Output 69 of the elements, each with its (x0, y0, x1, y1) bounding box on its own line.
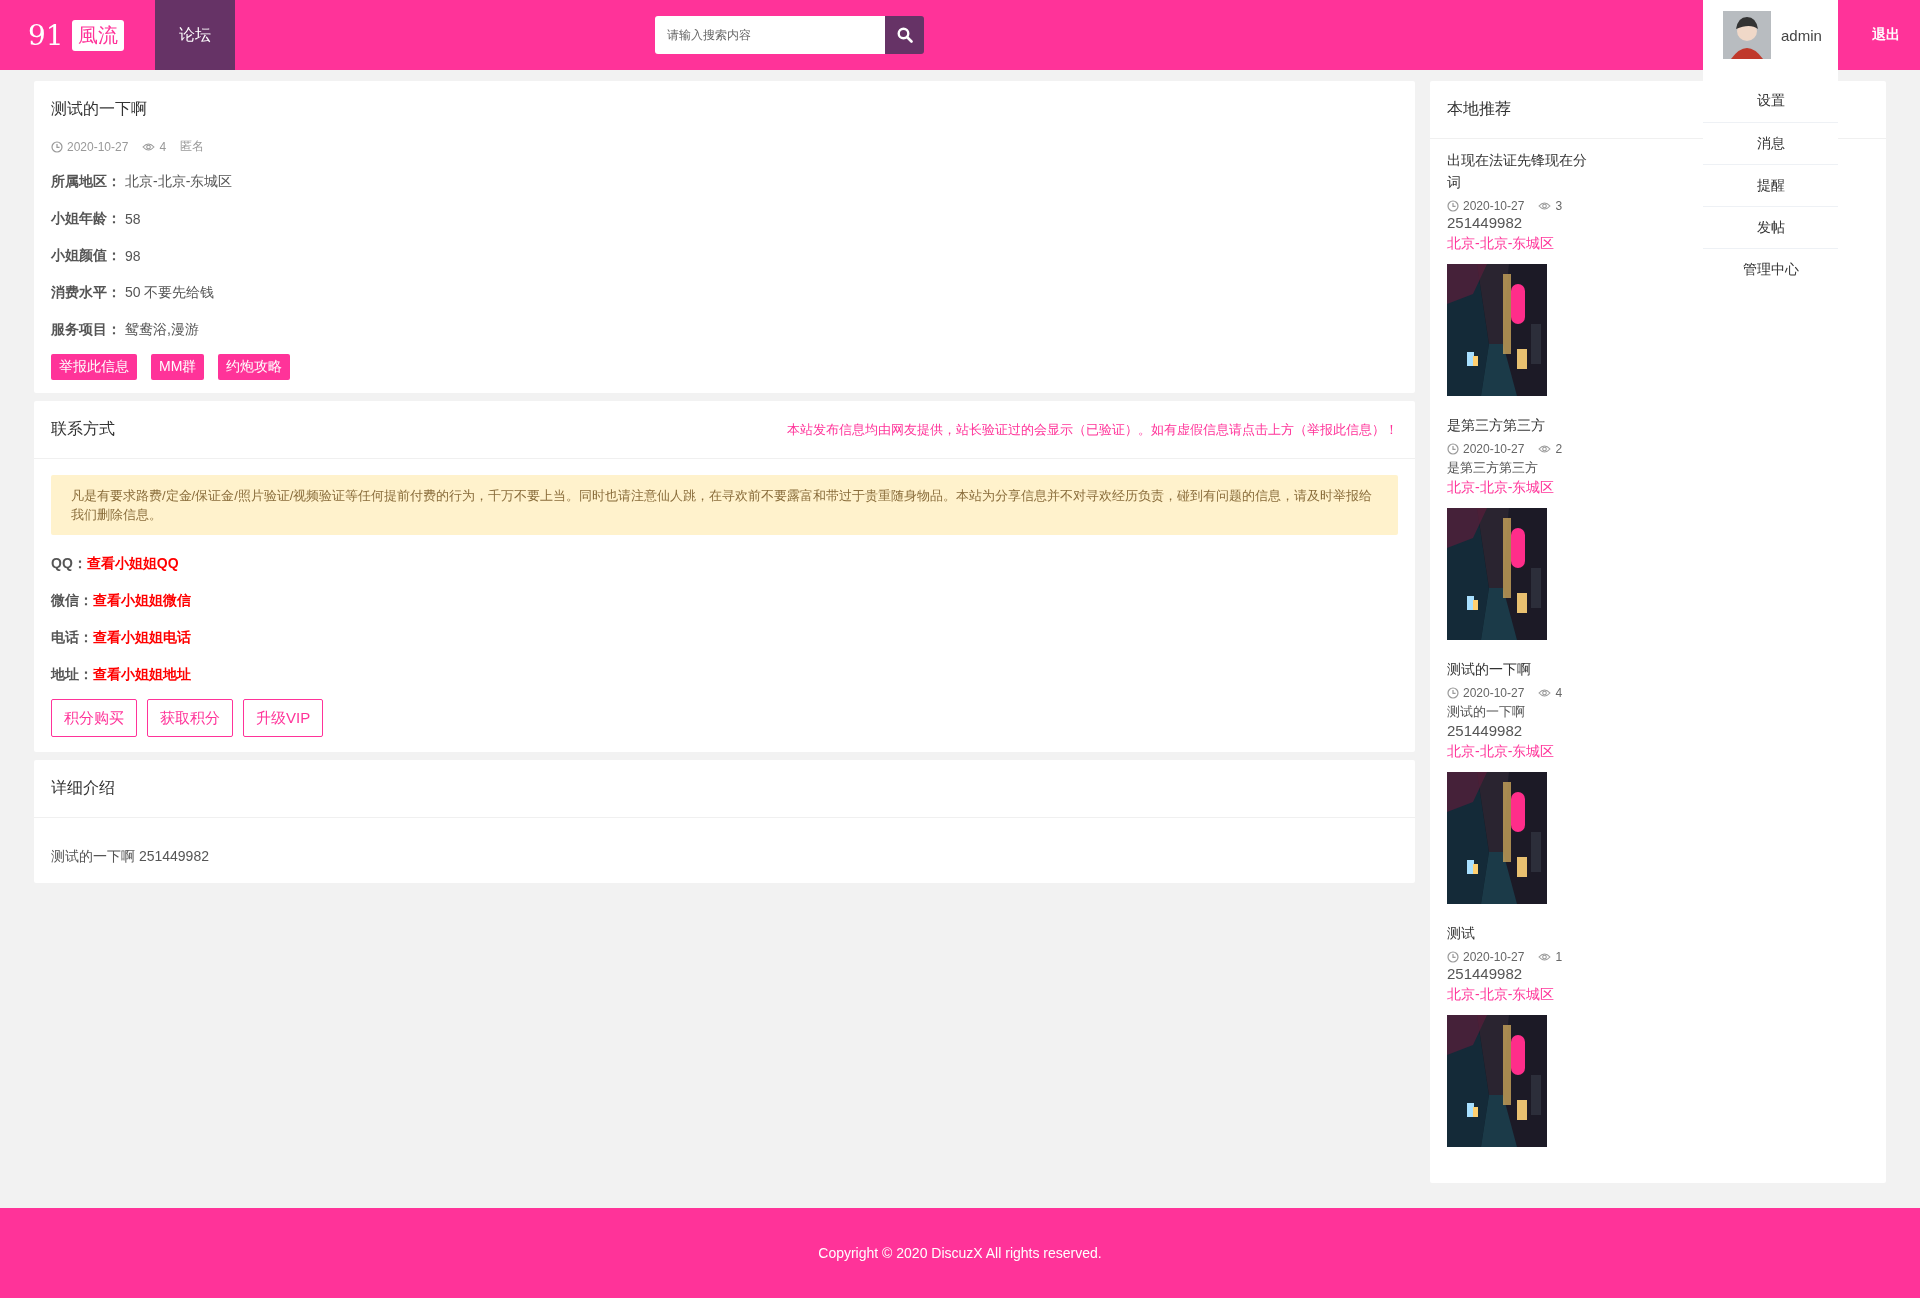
item-title[interactable]: 是第三方第三方 (1447, 414, 1597, 436)
clock-icon (1447, 200, 1459, 212)
search-button[interactable] (885, 16, 924, 54)
contact-link[interactable]: 查看小姐姐电话 (93, 628, 191, 647)
item-number: 251449982 (1447, 213, 1523, 233)
field-label: 服务项目： (51, 320, 121, 339)
clock-icon (1447, 951, 1459, 963)
avatar-icon[interactable] (1723, 11, 1771, 59)
field-label: 小姐年龄： (51, 209, 121, 228)
clock-icon (1447, 443, 1459, 455)
item-date: 2020-10-27 (1463, 950, 1525, 964)
user-name[interactable]: admin (1781, 26, 1822, 44)
section-title: 本地推荐 (1447, 99, 1511, 119)
search-icon (896, 27, 913, 43)
item-number: 251449982 (1447, 721, 1523, 741)
contact-link[interactable]: 查看小姐姐微信 (93, 591, 191, 610)
eye-icon (1538, 952, 1552, 962)
field-label: 所属地区： (51, 172, 121, 191)
section-title: 联系方式 (51, 419, 115, 439)
copyright-text: Copyright © 2020 DiscuzX All rights reserved. (818, 1245, 1102, 1261)
field-label: 消费水平： (51, 283, 121, 302)
item-description: 测试的一下啊 (1447, 703, 1525, 721)
item-title[interactable]: 测试 (1447, 922, 1597, 944)
contact-label: 微信： (51, 591, 93, 610)
item-number: 251449982 (1447, 964, 1523, 984)
logo-number: 91 (28, 18, 64, 52)
view-count: 4 (159, 139, 167, 154)
logo-text: 風流 (71, 19, 124, 51)
view-count: 2 (1555, 442, 1563, 456)
field-value: 58 (125, 210, 141, 227)
search-field[interactable]: 请输入搜索内容 (655, 16, 885, 54)
field-label: 小姐颜值： (51, 246, 121, 265)
nav-tab[interactable]: 论坛 (155, 0, 235, 70)
eye-icon (1538, 688, 1552, 698)
item-description: 是第三方第三方 (1447, 459, 1538, 477)
field-value: 50 不要先给钱 (125, 283, 215, 302)
item-location: 北京-北京-东城区 (1447, 478, 1555, 497)
post-title: 测试的一下啊 (51, 99, 148, 119)
field-value: 98 (125, 247, 141, 264)
post-author: 匿名 (180, 138, 205, 155)
item-date: 2020-10-27 (1463, 686, 1525, 700)
item-date: 2020-10-27 (1463, 199, 1525, 213)
eye-icon (1538, 444, 1552, 454)
contact-label: QQ： (51, 554, 87, 573)
eye-icon (1538, 201, 1552, 211)
item-title[interactable]: 测试的一下啊 (1447, 658, 1597, 680)
contact-link[interactable]: 查看小姐姐QQ (86, 554, 179, 573)
item-location: 北京-北京-东城区 (1447, 234, 1555, 253)
view-count: 4 (1555, 686, 1563, 700)
section-title: 详细介绍 (51, 778, 115, 798)
item-location: 北京-北京-东城区 (1447, 985, 1555, 1004)
field-value: 北京-北京-东城区 (125, 172, 233, 191)
view-count: 1 (1555, 950, 1563, 964)
item-title[interactable]: 出现在法证先锋现在分词 (1447, 149, 1597, 193)
notice-text: 本站发布信息均由网友提供，站长验证过的会显示（已验证）。如有虚假信息请点击上方（举报此信息）！ (787, 420, 1398, 439)
item-location: 北京-北京-东城区 (1447, 742, 1555, 761)
clock-icon (51, 140, 63, 153)
item-date: 2020-10-27 (1463, 442, 1525, 456)
post-date: 2020-10-27 (67, 139, 129, 154)
field-value: 鸳鸯浴,漫游 (125, 320, 199, 339)
clock-icon (1447, 687, 1459, 699)
detail-text: 测试的一下啊 251449982 (50, 847, 210, 866)
contact-link[interactable]: 查看小姐姐地址 (93, 665, 191, 684)
eye-icon (142, 141, 156, 152)
warning-alert: 凡是有要求路费/定金/保证金/照片验证/视频验证等任何提前付费的行为，千万不要上当。同时也请注意仙人跳，在寻欢前不要露富和带过于贵重随身物品。本站为分享信息并不对寻欢经历负责，碰到有问题的信息，请及时举报给我们删除信息。 (51, 475, 1398, 535)
contact-label: 电话： (51, 628, 93, 647)
contact-label: 地址： (51, 665, 93, 684)
menu-item[interactable]: 设置 (1703, 80, 1838, 122)
view-count: 3 (1555, 199, 1563, 213)
